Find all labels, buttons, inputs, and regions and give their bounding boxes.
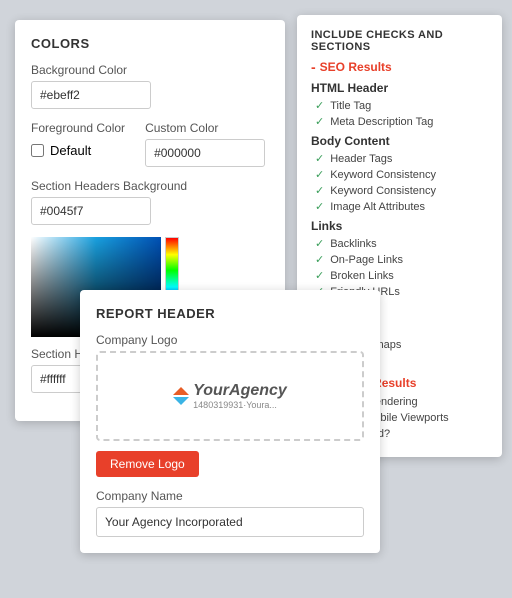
report-card: REPORT HEADER Company Logo YourAgency 14…: [80, 290, 380, 553]
check-label: On-Page Links: [330, 254, 403, 266]
custom-color-input[interactable]: [145, 139, 265, 167]
check-title-tag: ✓ Title Tag: [311, 99, 488, 112]
remove-logo-button[interactable]: Remove Logo: [96, 451, 199, 477]
logo-sub-text: 1480319931·Youra...: [193, 400, 287, 410]
company-name-input[interactable]: [96, 507, 364, 537]
check-backlinks: ✓ Backlinks: [311, 237, 488, 250]
check-label: Title Tag: [330, 100, 371, 112]
default-checkbox[interactable]: [31, 144, 44, 157]
seo-toggle-icon: -: [311, 59, 316, 75]
custom-color-col: Custom Color: [145, 121, 265, 167]
check-image-alt: ✓ Image Alt Attributes: [311, 200, 488, 213]
background-color-input[interactable]: [31, 81, 151, 109]
section-headers-bg-input[interactable]: [31, 197, 151, 225]
body-content-title: Body Content: [311, 134, 488, 148]
section-headers-bg-label: Section Headers Background: [31, 179, 269, 193]
check-keyword-consistency-1: ✓ Keyword Consistency: [311, 168, 488, 181]
background-color-label: Background Color: [31, 63, 269, 77]
check-icon: ✓: [315, 200, 324, 213]
check-icon: ✓: [315, 269, 324, 282]
logo-preview: YourAgency 1480319931·Youra...: [173, 382, 287, 410]
check-icon: ✓: [315, 184, 324, 197]
check-icon: ✓: [315, 115, 324, 128]
checks-title: INCLUDE CHECKS AND SECTIONS: [311, 29, 488, 53]
company-logo-label: Company Logo: [96, 333, 364, 347]
check-onpage-links: ✓ On-Page Links: [311, 253, 488, 266]
check-broken-links: ✓ Broken Links: [311, 269, 488, 282]
check-label: Meta Description Tag: [330, 116, 433, 128]
colors-title: COLORS: [31, 36, 269, 51]
check-header-tags: ✓ Header Tags: [311, 152, 488, 165]
fg-custom-row: Foreground Color Default Custom Color: [31, 121, 269, 167]
check-icon: ✓: [315, 168, 324, 181]
foreground-color-col: Foreground Color Default: [31, 121, 125, 167]
logo-upload-area[interactable]: YourAgency 1480319931·Youra...: [96, 351, 364, 441]
chevron-up-icon: [173, 387, 189, 395]
check-label: Backlinks: [330, 238, 376, 250]
check-keyword-consistency-2: ✓ Keyword Consistency: [311, 184, 488, 197]
logo-chevrons: [173, 387, 189, 405]
logo-text-block: YourAgency 1480319931·Youra...: [193, 382, 287, 410]
check-icon: ✓: [315, 99, 324, 112]
links-title: Links: [311, 219, 488, 233]
check-icon: ✓: [315, 237, 324, 250]
check-label: Keyword Consistency: [330, 169, 436, 181]
foreground-color-label: Foreground Color: [31, 121, 125, 135]
report-title: REPORT HEADER: [96, 306, 364, 321]
logo-icon: YourAgency 1480319931·Youra...: [173, 382, 287, 410]
check-icon: ✓: [315, 152, 324, 165]
check-label: Image Alt Attributes: [330, 201, 425, 213]
check-label: Broken Links: [330, 270, 394, 282]
html-header-title: HTML Header: [311, 81, 488, 95]
custom-color-label: Custom Color: [145, 121, 265, 135]
logo-agency-text: YourAgency: [193, 382, 287, 400]
default-checkbox-row: Default: [31, 143, 125, 158]
seo-section-toggle[interactable]: - SEO Results: [311, 59, 488, 75]
check-label: Header Tags: [330, 153, 392, 165]
check-meta-desc: ✓ Meta Description Tag: [311, 115, 488, 128]
seo-section-label: SEO Results: [320, 60, 392, 74]
section-headers-bg-field: Section Headers Background: [31, 179, 269, 225]
company-name-label: Company Name: [96, 489, 364, 503]
background-color-field: Background Color: [31, 63, 269, 109]
check-icon: ✓: [315, 253, 324, 266]
check-label: Keyword Consistency: [330, 185, 436, 197]
chevron-down-icon: [173, 397, 189, 405]
default-label: Default: [50, 143, 91, 158]
